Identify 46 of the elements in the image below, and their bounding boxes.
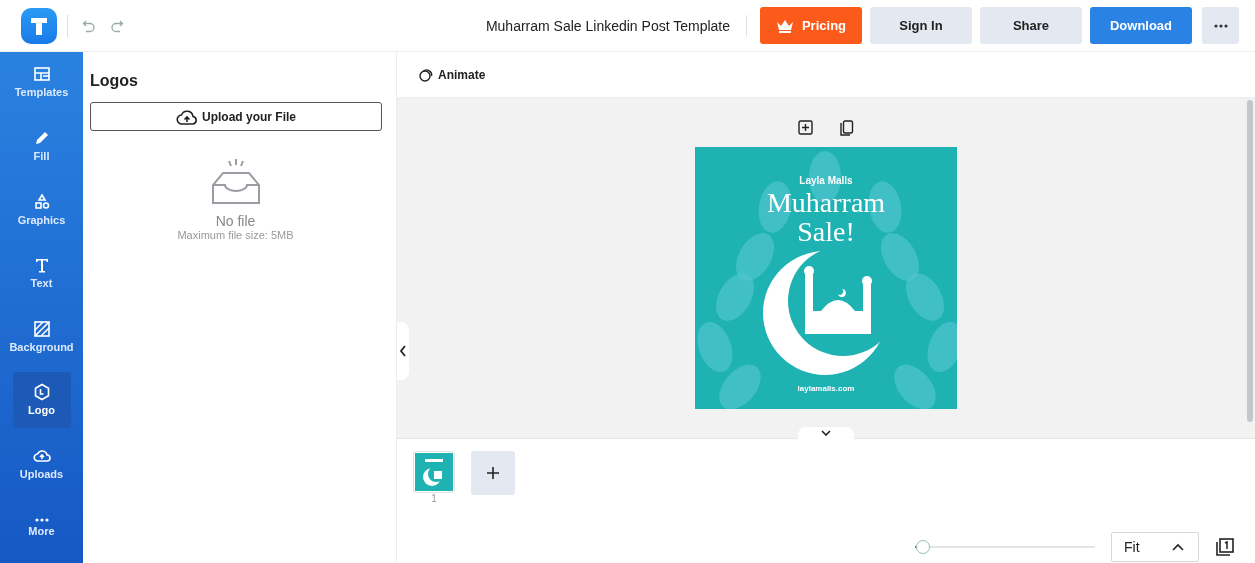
page-thumbnail[interactable] [413, 451, 455, 493]
cloud-upload-icon [176, 108, 198, 125]
add-page-icon[interactable] [798, 120, 813, 135]
header-button[interactable]: Download [1090, 7, 1192, 44]
chevron-up-icon [1172, 543, 1184, 551]
header-button[interactable]: Sign In [870, 7, 972, 44]
page-view-icon[interactable] [1215, 537, 1235, 557]
chevron-down-icon [821, 430, 831, 436]
rings-icon [419, 67, 433, 82]
undo-icon[interactable] [82, 18, 96, 33]
upload-file-button[interactable]: Upload your File [90, 102, 382, 131]
duplicate-icon[interactable] [839, 120, 854, 137]
document-title[interactable]: Muharram Sale Linkedin Post Template [485, 17, 730, 34]
sidebar-item[interactable]: Templates [12, 54, 71, 110]
design-brand-name: Layla Malls [799, 175, 853, 186]
templates-icon [32, 65, 51, 84]
more-icon [1213, 23, 1228, 28]
panel-title: Logos [90, 72, 139, 90]
page-number: 1 [431, 493, 437, 504]
design-card[interactable]: Layla Malls Muharram Sale! laylamalls.com [695, 147, 957, 409]
app-logo-icon[interactable] [21, 7, 57, 44]
hexagon-icon [32, 383, 51, 402]
collapse-panel-button[interactable] [397, 322, 409, 380]
expand-pages-button[interactable] [798, 427, 854, 439]
zoom-fit-dropdown[interactable]: Fit [1111, 532, 1199, 562]
sidebar-item[interactable]: Fill [12, 117, 71, 174]
header-button[interactable]: Share [980, 7, 1082, 44]
header-button[interactable]: Pricing [760, 7, 862, 44]
redo-icon[interactable] [110, 18, 124, 33]
crown-icon [775, 18, 794, 33]
sidebar-item[interactable]: More [12, 499, 71, 555]
sidebar-item[interactable]: Background [12, 308, 71, 365]
add-page-button[interactable] [471, 451, 515, 495]
sidebar-item[interactable]: Text [12, 244, 71, 301]
sidebar-item[interactable]: Graphics [12, 181, 71, 237]
hatched-square-icon [32, 319, 51, 338]
plus-icon [486, 466, 500, 480]
sidebar-item[interactable]: Logo [12, 372, 71, 428]
animate-button[interactable]: Animate [419, 67, 486, 82]
design-headline: Muharram Sale! [765, 188, 887, 246]
design-website: laylamalls.com [797, 384, 855, 393]
shapes-icon [32, 192, 51, 211]
chevron-left-icon [399, 345, 407, 357]
empty-state-hint: Maximum file size: 5MB [177, 229, 294, 241]
sidebar-item[interactable]: Uploads [12, 435, 71, 492]
empty-state-title: No file [215, 213, 256, 229]
